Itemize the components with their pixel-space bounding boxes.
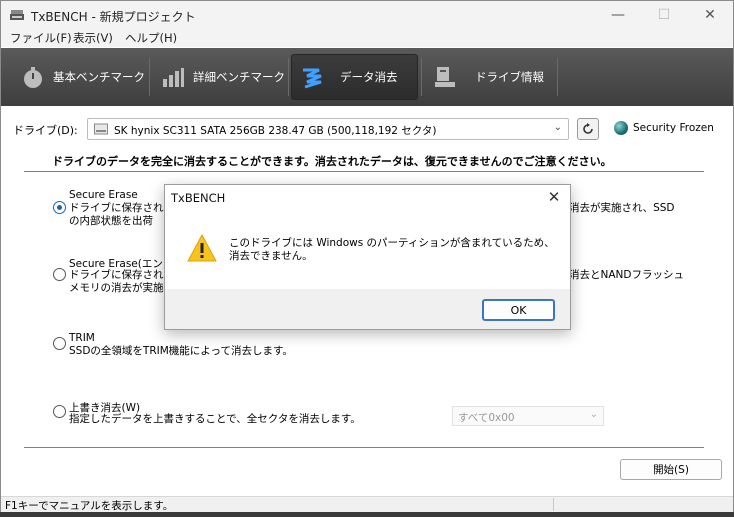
overwrite-desc: 指定したデータを上書きすることで、全セクタを消去します。 (69, 413, 361, 425)
secure-erase-enhanced-desc-1: ドライブに保存されて (69, 269, 174, 281)
start-button[interactable]: 開始(S) (620, 459, 722, 480)
secure-erase-enhanced-desc-2: メモリの消去が実施 (69, 282, 164, 294)
disk-icon (94, 123, 108, 135)
toolbar-divider (288, 58, 289, 96)
secure-erase-enhanced-desc-tail: 消去とNANDフラッシュ (569, 269, 684, 281)
overwrite-radio[interactable] (53, 405, 66, 418)
status-bar: F1キーでマニュアルを表示します。 (1, 496, 733, 512)
erase-wave-icon (303, 68, 322, 89)
toolbar-divider (421, 58, 422, 96)
main-toolbar: 基本ベンチマーク 詳細ベンチマーク データ消去 ドライブ情報 (1, 48, 733, 106)
tab-drive-info[interactable]: ドライブ情報 (433, 54, 553, 100)
chevron-down-icon: ⌄ (553, 122, 562, 133)
security-status-text: Security Frozen (633, 122, 714, 134)
dialog-message: このドライブには Windows のパーティションが含まれているため、消去できま… (229, 237, 555, 262)
stopwatch-icon (24, 67, 42, 88)
dialog-footer: OK (165, 289, 570, 329)
secure-erase-radio[interactable] (53, 201, 66, 214)
trim-radio[interactable] (53, 337, 66, 350)
tab-detailed-benchmark[interactable]: 詳細ベンチマーク (161, 54, 285, 100)
overwrite-pattern-value: すべて0x00 (458, 412, 515, 424)
ok-button[interactable]: OK (482, 299, 555, 321)
drive-info-icon (435, 67, 455, 87)
tab-data-erase[interactable]: データ消去 (291, 54, 418, 100)
trim-desc: SSDの全領域をTRIM機能によって消去します。 (69, 345, 293, 357)
app-icon (10, 10, 24, 20)
maximize-button[interactable]: ☐ (641, 1, 687, 29)
tab-basic-benchmark[interactable]: 基本ベンチマーク (21, 54, 145, 100)
dialog-body: このドライブには Windows のパーティションが含まれているため、消去できま… (165, 215, 570, 289)
status-text: F1キーでマニュアルを表示します。 (5, 500, 174, 512)
toolbar-divider (149, 58, 150, 96)
menu-file[interactable]: ファイル(F) (10, 30, 72, 46)
drive-label: ドライブ(D): (13, 124, 78, 137)
title-bar: TxBENCH - 新規プロジェクト — ☐ ✕ (1, 1, 733, 29)
tab-detailed-benchmark-label: 詳細ベンチマーク (193, 70, 285, 84)
dialog-title: TxBENCH (171, 191, 226, 205)
overwrite-pattern-dropdown[interactable]: すべて0x00 ⌄ (452, 406, 604, 426)
drive-dropdown[interactable]: SK hynix SC311 SATA 256GB 238.47 GB (500… (87, 118, 569, 140)
drive-selector-row: ドライブ(D): SK hynix SC311 SATA 256GB 238.4… (1, 114, 733, 144)
menu-view[interactable]: 表示(V) (73, 30, 113, 46)
secure-erase-title: Secure Erase (69, 189, 138, 201)
secure-erase-desc-tail: 消去が実施され、SSD (569, 202, 675, 214)
close-window-button[interactable]: ✕ (687, 1, 733, 29)
menu-bar: ファイル(F) 表示(V) ヘルプ(H) (1, 29, 733, 47)
trim-title: TRIM (69, 332, 95, 344)
drive-dropdown-value: SK hynix SC311 SATA 256GB 238.47 GB (500… (114, 125, 437, 137)
divider-bottom (24, 447, 704, 448)
toolbar-divider (557, 58, 558, 96)
tab-data-erase-label: データ消去 (340, 70, 398, 84)
chevron-down-icon: ⌄ (589, 409, 598, 420)
secure-erase-desc-1: ドライブに保存されて (69, 202, 174, 214)
divider-top (24, 171, 704, 172)
dialog-close-button[interactable]: ✕ (544, 187, 564, 207)
menu-help[interactable]: ヘルプ(H) (125, 30, 177, 46)
secure-erase-enhanced-radio[interactable] (53, 268, 66, 281)
tab-basic-benchmark-label: 基本ベンチマーク (53, 70, 145, 84)
erase-warning-notice: ドライブのデータを完全に消去することができます。消去されたデータは、復元できませ… (52, 155, 612, 168)
window-title: TxBENCH - 新規プロジェクト (31, 10, 196, 24)
refresh-icon (583, 123, 593, 134)
secure-erase-desc-2: の内部状態を出荷 (69, 215, 153, 227)
bar-chart-icon (163, 68, 184, 87)
status-divider (553, 498, 554, 511)
minimize-button[interactable]: — (595, 1, 641, 29)
message-dialog: TxBENCH ✕ このドライブには Windows のパーティションが含まれて… (164, 184, 571, 330)
refresh-button[interactable] (577, 118, 599, 140)
tab-drive-info-label: ドライブ情報 (475, 70, 544, 84)
warning-icon (187, 234, 217, 262)
security-status-icon (614, 121, 628, 135)
